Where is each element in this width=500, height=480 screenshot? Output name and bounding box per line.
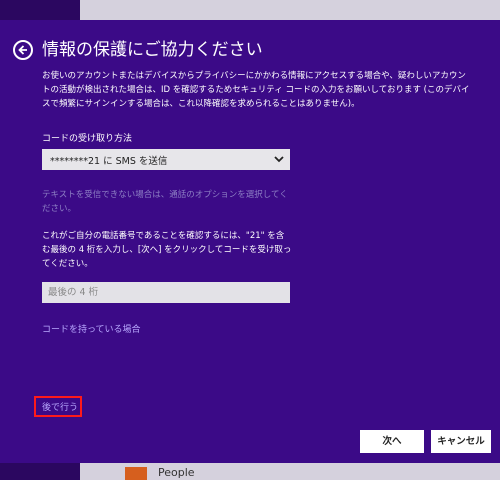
people-app-label: People (158, 466, 195, 479)
code-method-select[interactable]: ********21 に SMS を送信 (42, 149, 290, 170)
back-arrow-icon[interactable] (13, 40, 33, 60)
page-title: 情報の保護にご協力ください (42, 40, 263, 60)
people-app-icon (125, 467, 147, 480)
have-code-link[interactable]: コードを持っている場合 (42, 322, 141, 335)
background-start-screen-bottom-left (0, 463, 80, 480)
sms-unavailable-hint: テキストを受信できない場合は、通話のオプションを選択してください。 (42, 190, 288, 214)
security-verification-dialog: 情報の保護にご協力ください お使いのアカウントまたはデバイスからプライバシーにか… (0, 20, 500, 463)
background-start-screen (0, 0, 80, 20)
background-start-screen-tiles (80, 0, 500, 20)
next-button[interactable]: 次へ (360, 430, 424, 453)
code-method-selected-value: ********21 に SMS を送信 (50, 156, 168, 167)
chevron-down-icon (274, 156, 284, 163)
description-text: お使いのアカウントまたはデバイスからプライバシーにかかわる情報にアクセスする場合… (42, 71, 470, 109)
do-later-link[interactable]: 後で行う (42, 400, 78, 413)
code-method-label: コードの受け取り方法 (42, 134, 133, 144)
cancel-button[interactable]: キャンセル (431, 430, 491, 453)
last-four-digits-input[interactable] (42, 282, 290, 303)
confirm-number-instructions: これがご自分の電話番号であることを確認するには、"21" を含む最後の 4 桁を… (42, 231, 292, 269)
